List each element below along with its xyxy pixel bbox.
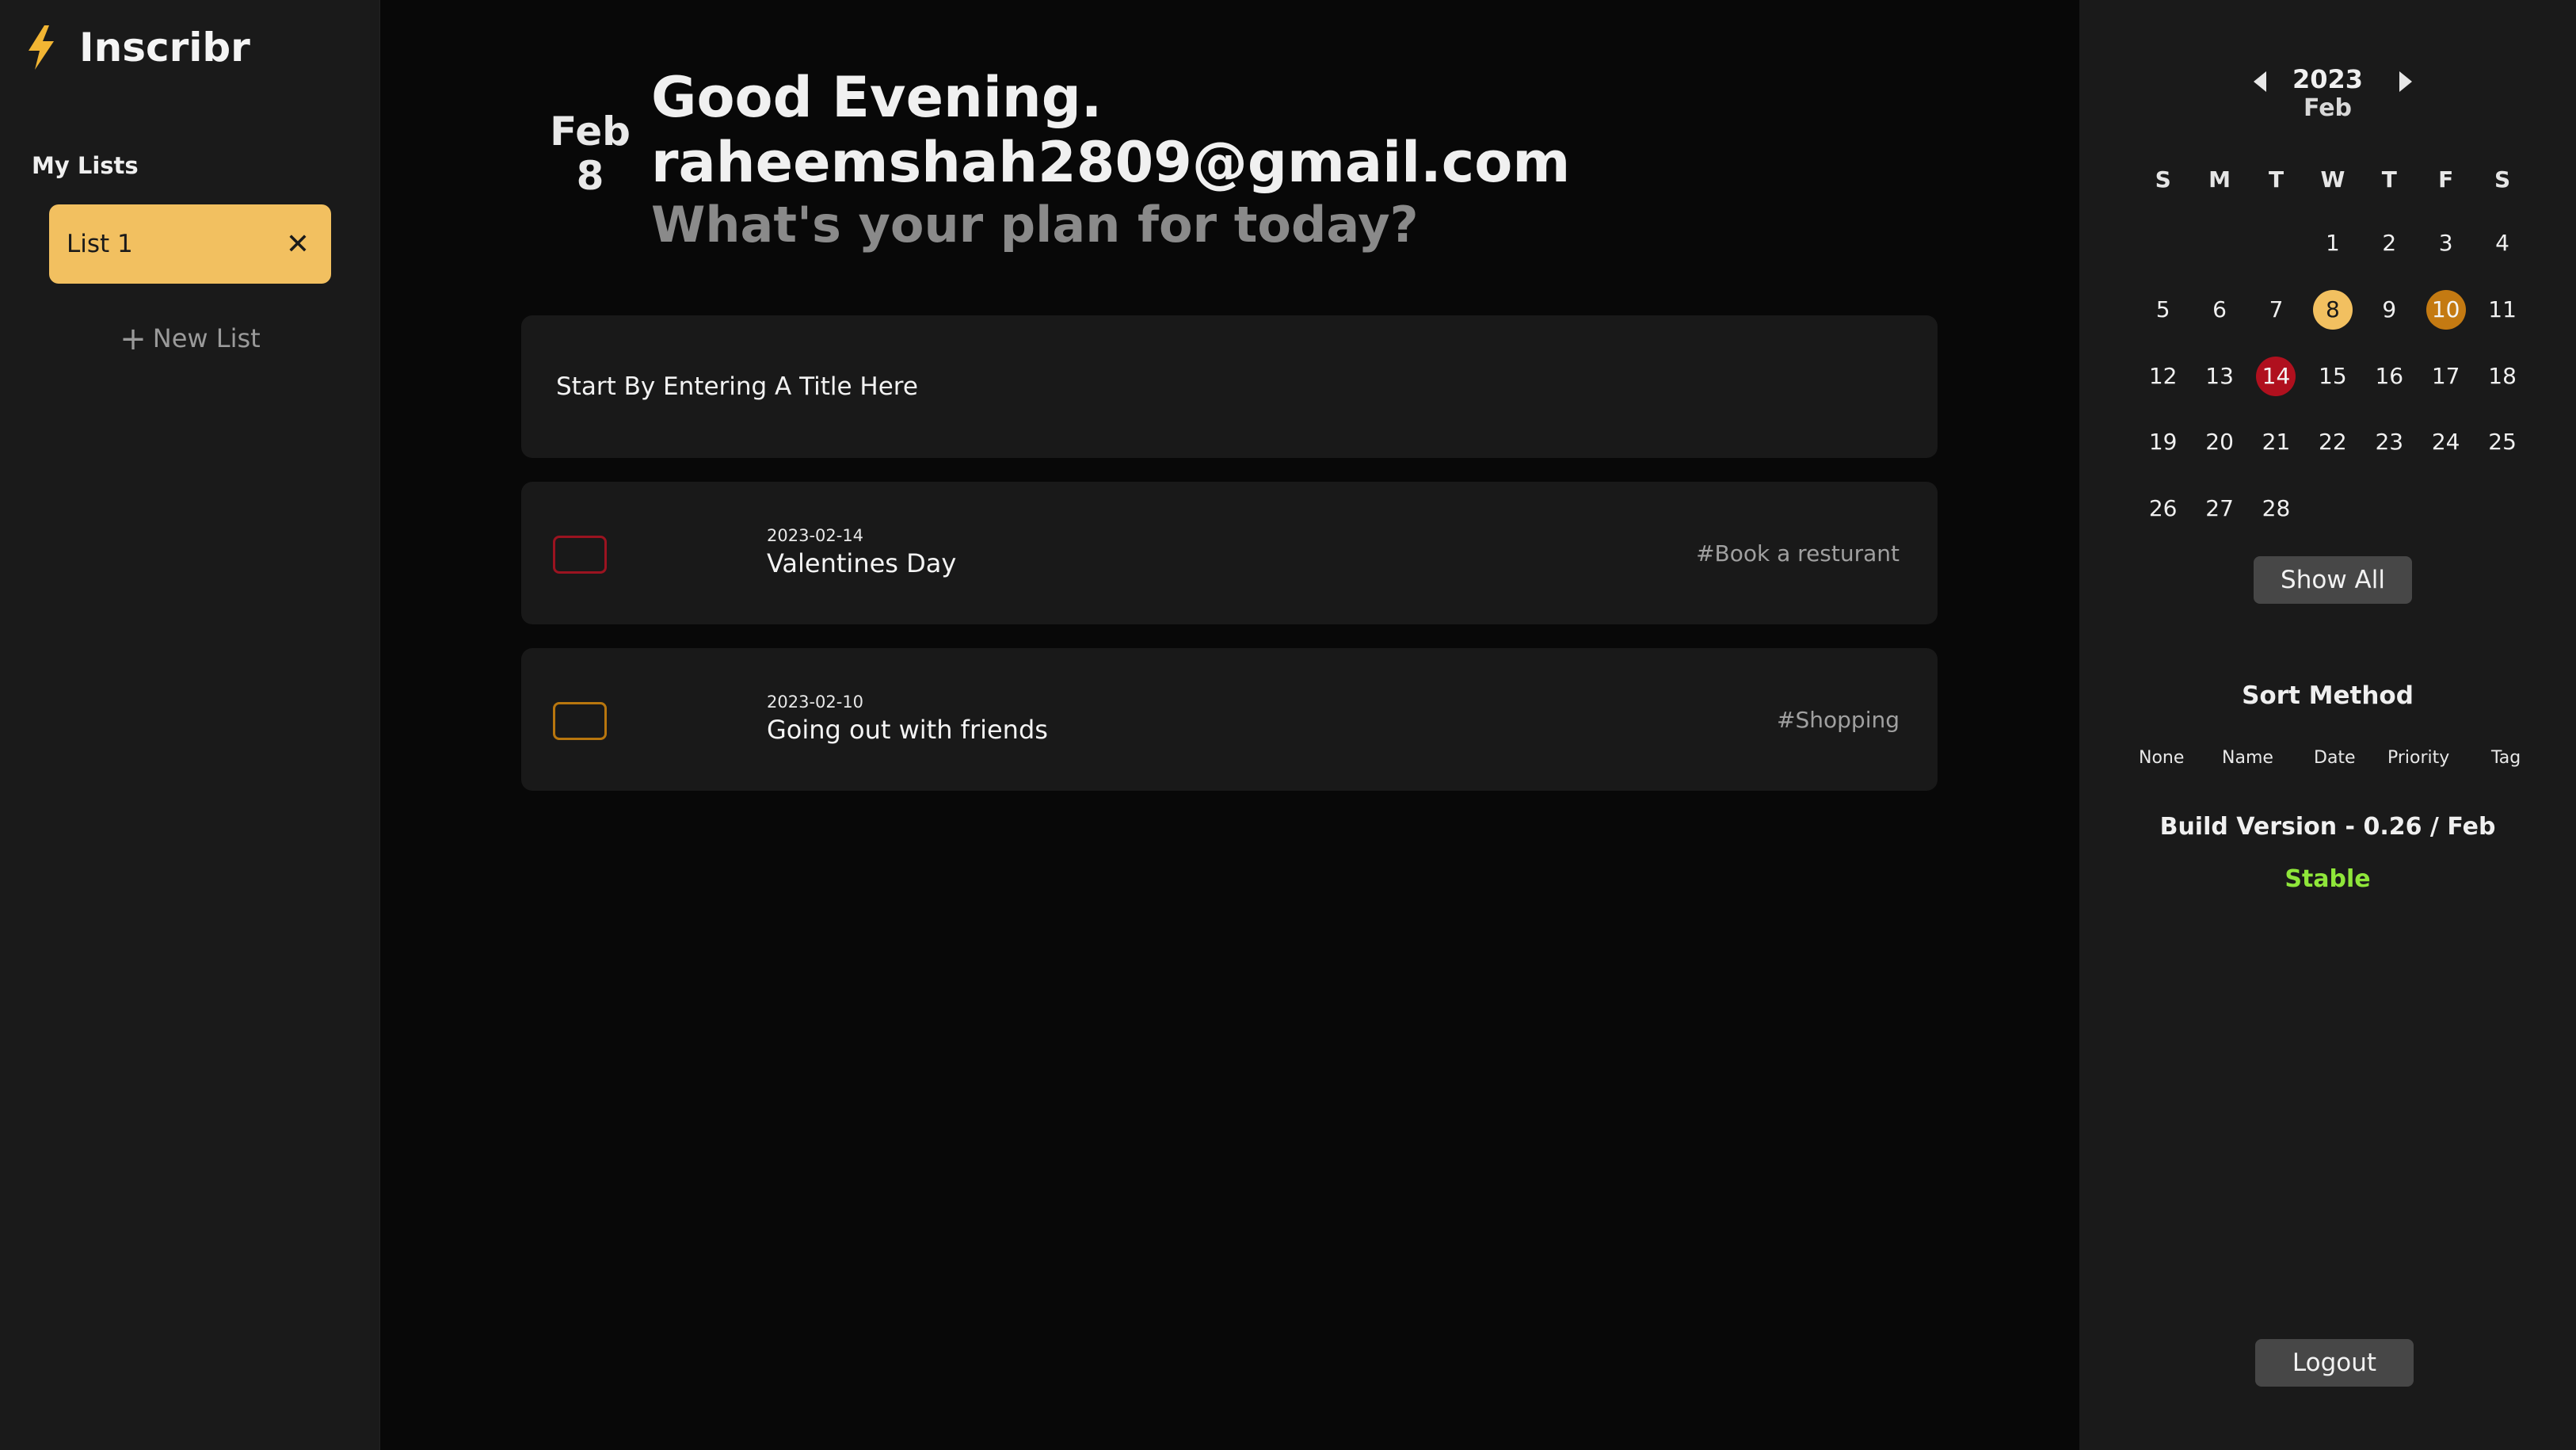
task-tag[interactable]: #Shopping	[1777, 707, 1900, 733]
new-list-button[interactable]: + New List	[0, 321, 380, 357]
greeting-subtitle: What's your plan for today?	[651, 196, 1419, 254]
calendar-day[interactable]: 21	[2248, 422, 2304, 462]
task-title: Going out with friends	[767, 715, 1048, 745]
list-item-list-1[interactable]: List 1 ✕	[49, 204, 331, 284]
task-checkbox[interactable]	[553, 702, 607, 740]
calendar-day[interactable]: 28	[2248, 489, 2304, 528]
task-tag[interactable]: #Book a resturant	[1696, 540, 1900, 567]
today-day: 8	[576, 153, 604, 199]
sort-option-none[interactable]: None	[2139, 748, 2184, 768]
task-title: Valentines Day	[767, 548, 957, 578]
calendar-day[interactable]: 1	[2304, 223, 2361, 263]
weekday-label: T	[2381, 166, 2397, 193]
lightning-bolt-icon	[29, 25, 54, 70]
today-month: Feb	[550, 109, 631, 155]
sidebar: Inscribr My Lists List 1 ✕ + New List	[0, 0, 380, 1450]
weekday-label: F	[2438, 166, 2454, 193]
build-version: Build Version - 0.26 / Feb	[2159, 813, 2496, 841]
sort-option-date[interactable]: Date	[2314, 748, 2356, 768]
calendar-day[interactable]: 3	[2418, 223, 2474, 263]
calendar-day[interactable]: 13	[2191, 357, 2247, 396]
calendar-day[interactable]: 17	[2418, 357, 2474, 396]
new-task-card	[521, 315, 1938, 458]
calendar-day[interactable]: 26	[2135, 489, 2191, 528]
calendar-day[interactable]: 7	[2248, 290, 2304, 330]
sort-method-heading: Sort Method	[2242, 681, 2414, 710]
right-panel: 2023 Feb S M T W T F S 1 2 3 4 5 6 7 8 9 10 11 12 13 14 15 16 1…	[2079, 0, 2576, 1450]
sort-option-priority[interactable]: Priority	[2387, 748, 2449, 768]
calendar-day[interactable]: 24	[2418, 422, 2474, 462]
task-item[interactable]: 2023-02-10 Going out with friends #Shopp…	[521, 648, 1938, 791]
show-all-button[interactable]: Show All	[2254, 556, 2412, 604]
weekday-label: T	[2268, 166, 2284, 193]
calendar-day[interactable]: 8	[2304, 289, 2361, 330]
calendar-day[interactable]: 4	[2474, 223, 2530, 263]
calendar-day[interactable]: 5	[2135, 290, 2191, 330]
app-name: Inscribr	[79, 25, 250, 71]
calendar-day[interactable]: 6	[2191, 290, 2247, 330]
calendar-day[interactable]: 19	[2135, 422, 2191, 462]
calendar-day[interactable]: 9	[2361, 290, 2418, 330]
sort-option-tag[interactable]: Tag	[2491, 748, 2521, 768]
task-checkbox[interactable]	[553, 536, 607, 574]
close-icon[interactable]: ✕	[282, 228, 314, 261]
weekday-label: S	[2155, 166, 2171, 193]
my-lists-heading: My Lists	[32, 152, 139, 179]
calendar-day[interactable]: 16	[2361, 357, 2418, 396]
weekday-label: S	[2494, 166, 2511, 193]
logout-button[interactable]: Logout	[2255, 1339, 2414, 1387]
greeting-block: Good Evening. raheemshah2809@gmail.com W…	[651, 65, 1570, 255]
list-item-label: List 1	[67, 230, 133, 258]
task-date: 2023-02-10	[767, 693, 864, 712]
calendar-day[interactable]: 22	[2304, 422, 2361, 462]
task-title-input[interactable]	[556, 363, 1903, 410]
weekday-label: M	[2208, 166, 2231, 193]
task-date: 2023-02-14	[767, 526, 864, 545]
calendar-year: 2023	[2292, 64, 2364, 94]
sort-option-name[interactable]: Name	[2222, 748, 2273, 768]
build-status: Stable	[2284, 865, 2371, 893]
greeting-text: Good Evening.	[651, 65, 1103, 130]
calendar-day[interactable]: 20	[2191, 422, 2247, 462]
calendar-header: 2023 Feb	[2079, 63, 2576, 122]
calendar-day[interactable]: 10	[2418, 289, 2474, 330]
new-list-label: New List	[152, 323, 261, 353]
today-date: Feb 8	[539, 109, 642, 198]
user-email: raheemshah2809@gmail.com	[651, 130, 1571, 195]
main-content: Feb 8 Good Evening. raheemshah2809@gmail…	[380, 0, 2079, 1450]
calendar-day[interactable]: 14	[2248, 356, 2304, 396]
calendar-day[interactable]: 25	[2474, 422, 2530, 462]
task-item[interactable]: 2023-02-14 Valentines Day #Book a restur…	[521, 482, 1938, 624]
plus-icon: +	[120, 321, 147, 357]
calendar-day[interactable]: 18	[2474, 357, 2530, 396]
brand[interactable]: Inscribr	[24, 24, 250, 71]
calendar-day[interactable]: 11	[2474, 290, 2530, 330]
calendar-day[interactable]: 12	[2135, 357, 2191, 396]
weekday-label: W	[2320, 166, 2345, 193]
calendar-day[interactable]: 15	[2304, 357, 2361, 396]
calendar-month: Feb	[2303, 94, 2353, 122]
calendar-day[interactable]: 27	[2191, 489, 2247, 528]
calendar-day[interactable]: 2	[2361, 223, 2418, 263]
calendar-day[interactable]: 23	[2361, 422, 2418, 462]
